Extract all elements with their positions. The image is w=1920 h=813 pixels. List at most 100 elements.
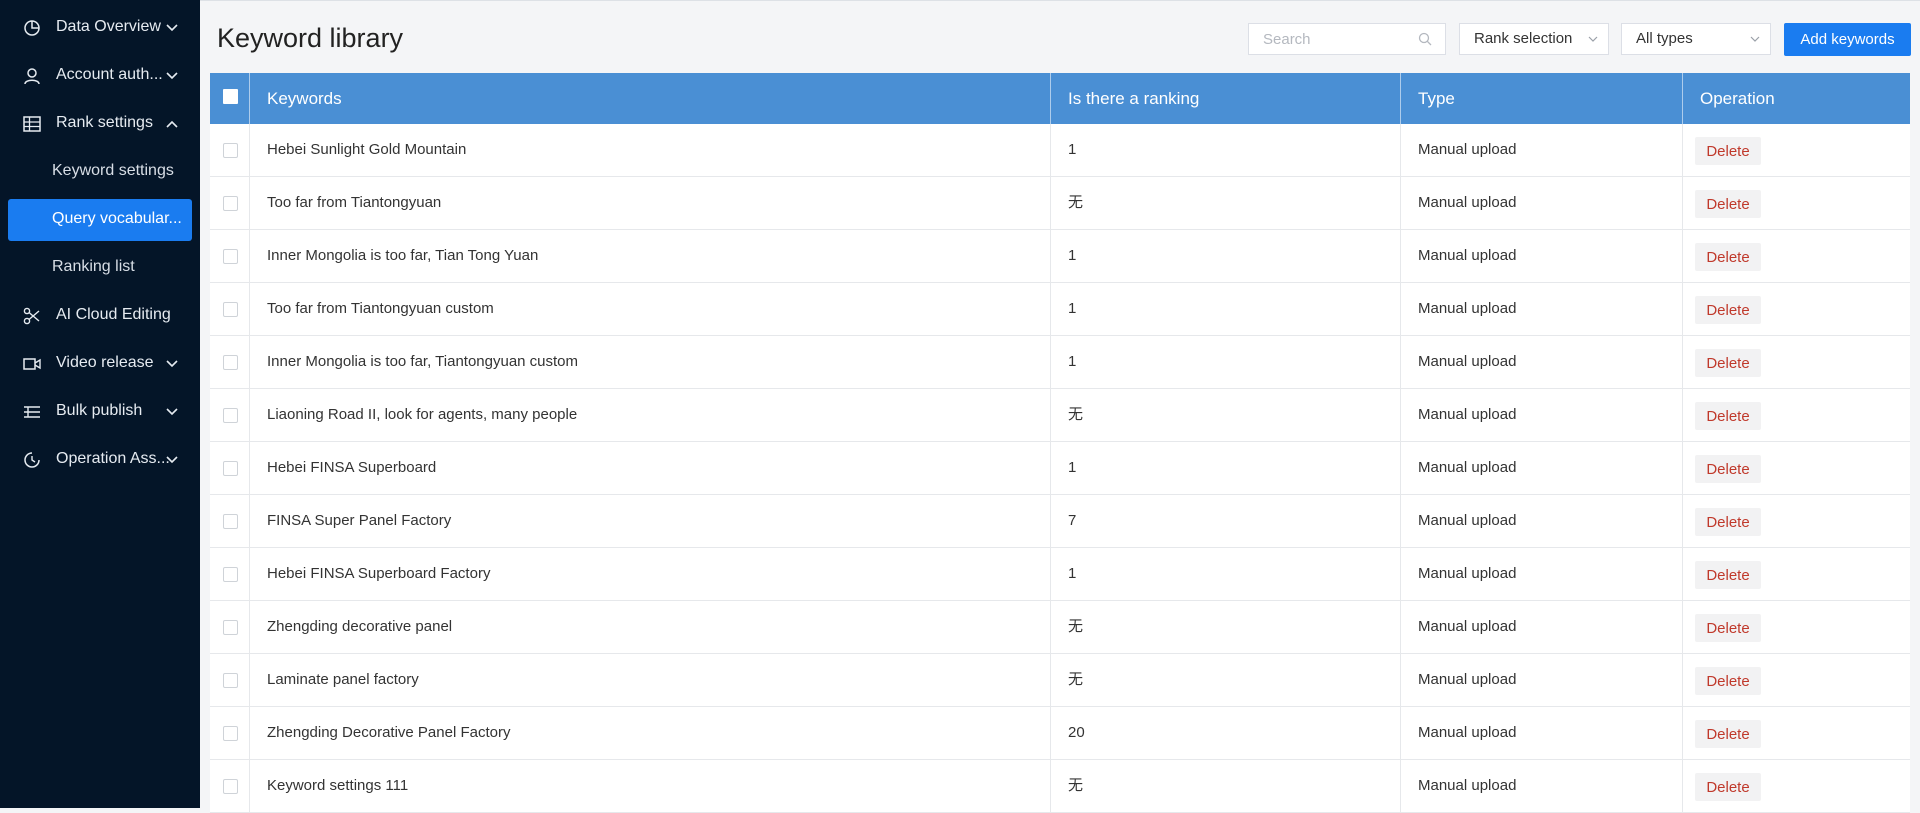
pie-chart-icon bbox=[24, 20, 40, 36]
nav-item-account-auth[interactable]: Account auth... bbox=[0, 56, 200, 96]
chevron-down-icon bbox=[166, 456, 178, 464]
delete-button[interactable]: Delete bbox=[1695, 243, 1761, 271]
keyword-cell: Hebei FINSA Superboard bbox=[249, 442, 1050, 494]
nav-label: Bulk publish bbox=[56, 402, 143, 419]
row-checkbox[interactable] bbox=[223, 408, 238, 423]
type-cell: Manual upload bbox=[1400, 442, 1682, 494]
video-camera-icon bbox=[23, 358, 41, 370]
page-title: Keyword library bbox=[217, 23, 404, 53]
delete-button[interactable]: Delete bbox=[1695, 402, 1761, 430]
keyword-cell: Too far from Tiantongyuan custom bbox=[249, 283, 1050, 335]
sub-item-label: Keyword settings bbox=[52, 162, 174, 179]
nav-label: Rank settings bbox=[56, 114, 153, 131]
column-header-operation: Operation bbox=[1682, 73, 1910, 124]
type-filter-dropdown[interactable]: All types bbox=[1621, 23, 1771, 55]
rank-selection-value: Rank selection bbox=[1474, 30, 1573, 47]
ranking-cell: 无 bbox=[1050, 177, 1400, 229]
column-header-type[interactable]: Type bbox=[1400, 73, 1682, 124]
column-header-keywords[interactable]: Keywords bbox=[249, 73, 1050, 124]
sub-item-keyword-settings[interactable]: Keyword settings bbox=[8, 151, 192, 193]
table-row: Keyword settings 111 无 Manual upload Delete bbox=[210, 760, 1910, 813]
type-cell: Manual upload bbox=[1400, 548, 1682, 600]
rank-selection-dropdown[interactable]: Rank selection bbox=[1459, 23, 1609, 55]
row-checkbox[interactable] bbox=[223, 302, 238, 317]
type-cell: Manual upload bbox=[1400, 654, 1682, 706]
chevron-down-icon bbox=[166, 24, 178, 32]
delete-button[interactable]: Delete bbox=[1695, 614, 1761, 642]
delete-button[interactable]: Delete bbox=[1695, 137, 1761, 165]
row-checkbox[interactable] bbox=[223, 196, 238, 211]
row-checkbox[interactable] bbox=[223, 673, 238, 688]
table-row: Zhengding Decorative Panel Factory 20 Manu… bbox=[210, 707, 1910, 760]
table-row: Hebei FINSA Superboard 1 Manual upload Dele… bbox=[210, 442, 1910, 495]
row-checkbox-cell bbox=[210, 336, 249, 388]
delete-button[interactable]: Delete bbox=[1695, 508, 1761, 536]
delete-button[interactable]: Delete bbox=[1695, 561, 1761, 589]
delete-button[interactable]: Delete bbox=[1695, 296, 1761, 324]
table-row: Laminate panel factory 无 Manual upload Dele… bbox=[210, 654, 1910, 707]
row-checkbox-cell bbox=[210, 389, 249, 441]
nav-label: AI Cloud Editing bbox=[56, 306, 171, 323]
operation-cell: Delete bbox=[1682, 230, 1910, 282]
keyword-cell: Liaoning Road II, look for agents, many … bbox=[249, 389, 1050, 441]
operation-cell: Delete bbox=[1682, 548, 1910, 600]
row-checkbox-cell bbox=[210, 707, 249, 759]
column-header-ranking[interactable]: Is there a ranking bbox=[1050, 73, 1400, 124]
sub-item-label: Query vocabular... bbox=[52, 210, 182, 227]
nav-item-rank-settings[interactable]: Rank settings bbox=[0, 104, 200, 144]
table-row: Inner Mongolia is too far, Tiantongyuan … bbox=[210, 336, 1910, 389]
nav-item-video-release[interactable]: Video release bbox=[0, 344, 200, 384]
type-cell: Manual upload bbox=[1400, 177, 1682, 229]
delete-button[interactable]: Delete bbox=[1695, 667, 1761, 695]
chevron-down-icon bbox=[166, 408, 178, 416]
table-row: Liaoning Road II, look for agents, many … bbox=[210, 389, 1910, 442]
add-keywords-button[interactable]: Add keywords bbox=[1784, 23, 1911, 56]
type-cell: Manual upload bbox=[1400, 760, 1682, 812]
type-cell: Manual upload bbox=[1400, 707, 1682, 759]
row-checkbox[interactable] bbox=[223, 726, 238, 741]
row-checkbox[interactable] bbox=[223, 567, 238, 582]
type-cell: Manual upload bbox=[1400, 389, 1682, 441]
row-checkbox[interactable] bbox=[223, 249, 238, 264]
ranking-cell: 1 bbox=[1050, 230, 1400, 282]
operation-cell: Delete bbox=[1682, 495, 1910, 547]
delete-button[interactable]: Delete bbox=[1695, 190, 1761, 218]
operation-cell: Delete bbox=[1682, 654, 1910, 706]
table-row: Too far from Tiantongyuan 无 Manual upload D… bbox=[210, 177, 1910, 230]
select-all-checkbox[interactable] bbox=[223, 89, 238, 104]
row-checkbox-cell bbox=[210, 654, 249, 706]
delete-button[interactable]: Delete bbox=[1695, 455, 1761, 483]
row-checkbox[interactable] bbox=[223, 779, 238, 794]
row-checkbox[interactable] bbox=[223, 143, 238, 158]
ranking-cell: 无 bbox=[1050, 654, 1400, 706]
nav-item-bulk-publish[interactable]: Bulk publish bbox=[0, 392, 200, 432]
nav-item-operation-assistant[interactable]: Operation Ass... bbox=[0, 440, 200, 480]
delete-button[interactable]: Delete bbox=[1695, 773, 1761, 801]
ranking-cell: 1 bbox=[1050, 442, 1400, 494]
type-filter-value: All types bbox=[1636, 30, 1693, 47]
sub-item-query-vocabulary[interactable]: Query vocabular... bbox=[8, 199, 192, 241]
table-row: Too far from Tiantongyuan custom 1 Manual … bbox=[210, 283, 1910, 336]
operation-cell: Delete bbox=[1682, 707, 1910, 759]
row-checkbox-cell bbox=[210, 548, 249, 600]
chevron-down-icon bbox=[166, 72, 178, 80]
search-input[interactable] bbox=[1248, 23, 1446, 55]
row-checkbox[interactable] bbox=[223, 461, 238, 476]
table-header: Keywords Is there a ranking Type Operati… bbox=[210, 73, 1910, 124]
nav-item-ai-cloud-editing[interactable]: AI Cloud Editing bbox=[0, 296, 200, 336]
type-cell: Manual upload bbox=[1400, 495, 1682, 547]
chevron-up-icon bbox=[166, 120, 178, 128]
row-checkbox[interactable] bbox=[223, 620, 238, 635]
sub-item-ranking-list[interactable]: Ranking list bbox=[8, 247, 192, 289]
row-checkbox-cell bbox=[210, 442, 249, 494]
nav-item-data-overview[interactable]: Data Overview bbox=[0, 8, 200, 48]
search-icon[interactable] bbox=[1418, 32, 1432, 46]
operation-cell: Delete bbox=[1682, 283, 1910, 335]
row-checkbox-cell bbox=[210, 601, 249, 653]
delete-button[interactable]: Delete bbox=[1695, 720, 1761, 748]
keyword-cell: Laminate panel factory bbox=[249, 654, 1050, 706]
row-checkbox[interactable] bbox=[223, 355, 238, 370]
main-content: Keyword library Rank selection All types… bbox=[200, 0, 1920, 813]
row-checkbox[interactable] bbox=[223, 514, 238, 529]
delete-button[interactable]: Delete bbox=[1695, 349, 1761, 377]
